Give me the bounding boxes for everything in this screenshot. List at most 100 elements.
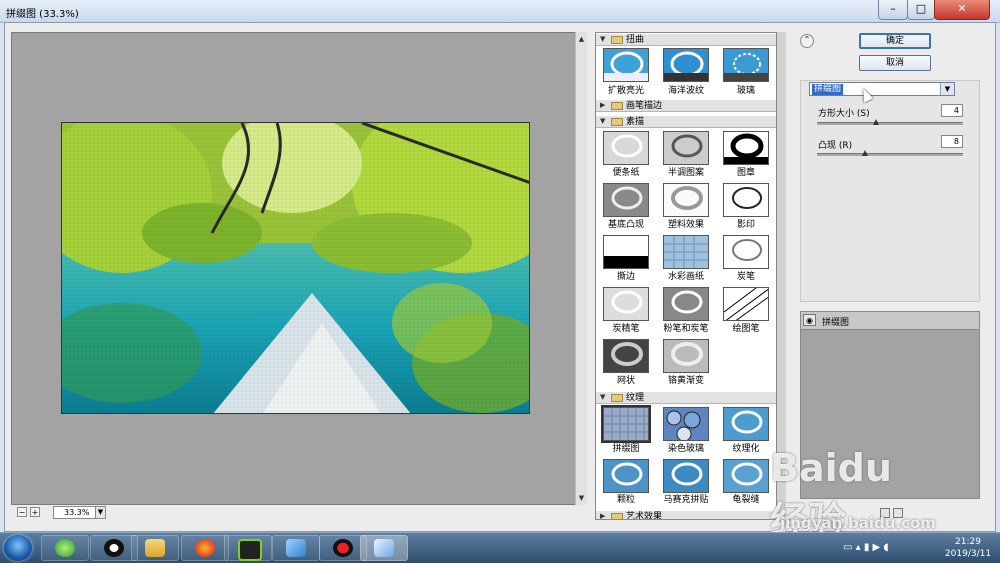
filter-label[interactable]: 炭精笔 (596, 321, 656, 334)
clock-time: 21:29 (955, 537, 981, 547)
collapse-gallery-icon[interactable]: ⌃ (800, 34, 814, 48)
filter-label[interactable]: 半调图案 (656, 165, 716, 178)
taskbar-app-video[interactable] (224, 535, 272, 561)
square-size-slider[interactable] (817, 119, 963, 125)
filter-thumb-texturizer[interactable] (723, 407, 769, 441)
filter-label[interactable]: 基底凸现 (596, 217, 656, 230)
category-label: 素描 (626, 117, 645, 127)
filter-thumb-chalk-charcoal[interactable] (663, 287, 709, 321)
zoom-out-button[interactable]: − (17, 507, 27, 517)
filter-thumb-mosaic-tiles[interactable] (663, 459, 709, 493)
category-texture[interactable]: ▼ 纹理 (596, 391, 776, 404)
category-label: 扭曲 (626, 35, 645, 45)
filter-label[interactable]: 图章 (716, 165, 776, 178)
zoom-in-button[interactable]: + (30, 507, 40, 517)
collapsed-triangle-icon: ▶ (600, 512, 606, 520)
filter-label[interactable]: 水彩画纸 (656, 269, 716, 282)
filter-label[interactable]: 绘图笔 (716, 321, 776, 334)
expanded-triangle-icon: ▼ (600, 393, 606, 401)
qq-icon (104, 539, 124, 557)
filter-label[interactable]: 染色玻璃 (656, 441, 716, 454)
filter-thumb-water-paper[interactable] (663, 235, 709, 269)
filter-thumb-reticulation[interactable] (603, 339, 649, 373)
taskbar-clock[interactable]: 21:29 2019/3/11 (942, 536, 994, 560)
taskbar-app-notes[interactable] (272, 535, 320, 561)
filter-thumb-charcoal[interactable] (723, 235, 769, 269)
filter-thumb-graphic-pen[interactable] (723, 287, 769, 321)
zoom-bar: − + 33.3% ▼ (11, 505, 587, 520)
expanded-triangle-icon: ▼ (600, 117, 606, 125)
scroll-up-icon[interactable]: ▲ (577, 34, 586, 44)
filter-label[interactable]: 塑料效果 (656, 217, 716, 230)
filter-select[interactable]: 拼缀图 ▼ (809, 82, 955, 96)
taskbar-app-360[interactable] (41, 535, 89, 561)
filter-label[interactable]: 影印 (716, 217, 776, 230)
filter-label[interactable]: 撕边 (596, 269, 656, 282)
record-icon (333, 539, 353, 557)
filter-thumb-photocopy[interactable] (723, 183, 769, 217)
category-sketch[interactable]: ▼ 素描 (596, 115, 776, 128)
window-title-bar[interactable]: 拼缀图 (33.3%) – □ ✕ (0, 0, 1000, 23)
ok-button[interactable]: 确定 (859, 33, 931, 49)
category-artistic[interactable]: ▶ 艺术效果 (596, 510, 776, 520)
filter-thumb-glass[interactable] (723, 48, 769, 82)
filter-thumb-halftone[interactable] (663, 131, 709, 165)
system-tray[interactable]: ▭ ▴ ▮ ▶ ◖ (843, 542, 889, 553)
filter-thumb-stamp[interactable] (723, 131, 769, 165)
filter-thumb-ocean-ripple[interactable] (663, 48, 709, 82)
cancel-button[interactable]: 取消 (859, 55, 931, 71)
taskbar-app-firefox[interactable] (181, 535, 229, 561)
filter-label[interactable]: 玻璃 (716, 83, 776, 96)
firefox-icon (195, 539, 215, 557)
filter-label[interactable]: 粉笔和炭笔 (656, 321, 716, 334)
filter-label[interactable]: 拼缀图 (596, 441, 656, 454)
eye-icon[interactable]: ◉ (803, 314, 816, 326)
filter-label[interactable]: 扩散亮光 (596, 83, 656, 96)
filter-thumb-conte-crayon[interactable] (603, 287, 649, 321)
filter-label[interactable]: 便条纸 (596, 165, 656, 178)
square-size-input[interactable]: 4 (941, 104, 963, 117)
scroll-down-icon[interactable]: ▼ (577, 493, 586, 503)
watermark-url: jingyan.baidu.com (780, 514, 936, 532)
filter-label[interactable]: 炭笔 (716, 269, 776, 282)
taskbar-app-photoshop[interactable] (360, 535, 408, 561)
filter-thumb-craquelure[interactable] (723, 459, 769, 493)
filter-label[interactable]: 马赛克拼贴 (656, 492, 716, 505)
relief-label: 凸现 (R) (818, 141, 853, 151)
category-brush-strokes[interactable]: ▶ 画笔描边 (596, 99, 776, 112)
filter-thumb-chrome[interactable] (663, 339, 709, 373)
filter-label[interactable]: 网状 (596, 373, 656, 386)
square-size-label: 方形大小 (S) (818, 109, 870, 119)
maximize-button[interactable]: □ (907, 0, 935, 20)
filter-thumb-patchwork[interactable] (601, 405, 651, 443)
filter-label[interactable]: 龟裂缝 (716, 492, 776, 505)
filter-thumb-diffuse-glow[interactable] (603, 48, 649, 82)
filter-label[interactable]: 颗粒 (596, 492, 656, 505)
filter-thumb-note-paper[interactable] (603, 131, 649, 165)
filter-thumb-bas-relief[interactable] (603, 183, 649, 217)
relief-slider[interactable] (817, 150, 963, 156)
relief-input[interactable]: 8 (941, 135, 963, 148)
filter-thumb-plaster[interactable] (663, 183, 709, 217)
close-button[interactable]: ✕ (934, 0, 990, 20)
slider-knob[interactable] (862, 150, 868, 156)
filter-thumb-grain[interactable] (603, 459, 649, 493)
taskbar-app-explorer[interactable] (131, 535, 179, 561)
filter-label[interactable]: 纹理化 (716, 441, 776, 454)
filter-thumb-stained-glass[interactable] (663, 407, 709, 441)
filter-label[interactable]: 海洋波纹 (656, 83, 716, 96)
category-distort[interactable]: ▼ 扭曲 (596, 33, 776, 46)
filter-thumb-torn-edges[interactable] (603, 235, 649, 269)
category-label: 画笔描边 (626, 101, 663, 111)
start-button[interactable] (4, 535, 32, 561)
slider-knob[interactable] (873, 119, 879, 125)
window-title: 拼缀图 (33.3%) (6, 9, 79, 20)
effect-layer-row[interactable]: ◉ 拼缀图 (801, 312, 979, 330)
preview-image (61, 122, 530, 414)
notes-icon (286, 539, 306, 557)
zoom-dropdown-icon[interactable]: ▼ (95, 506, 106, 519)
filter-label[interactable]: 铬黄渐变 (656, 373, 716, 386)
minimize-button[interactable]: – (878, 0, 908, 20)
preview-scrollbar[interactable]: ▲ ▼ (575, 32, 587, 505)
chevron-down-icon[interactable]: ▼ (940, 83, 954, 95)
